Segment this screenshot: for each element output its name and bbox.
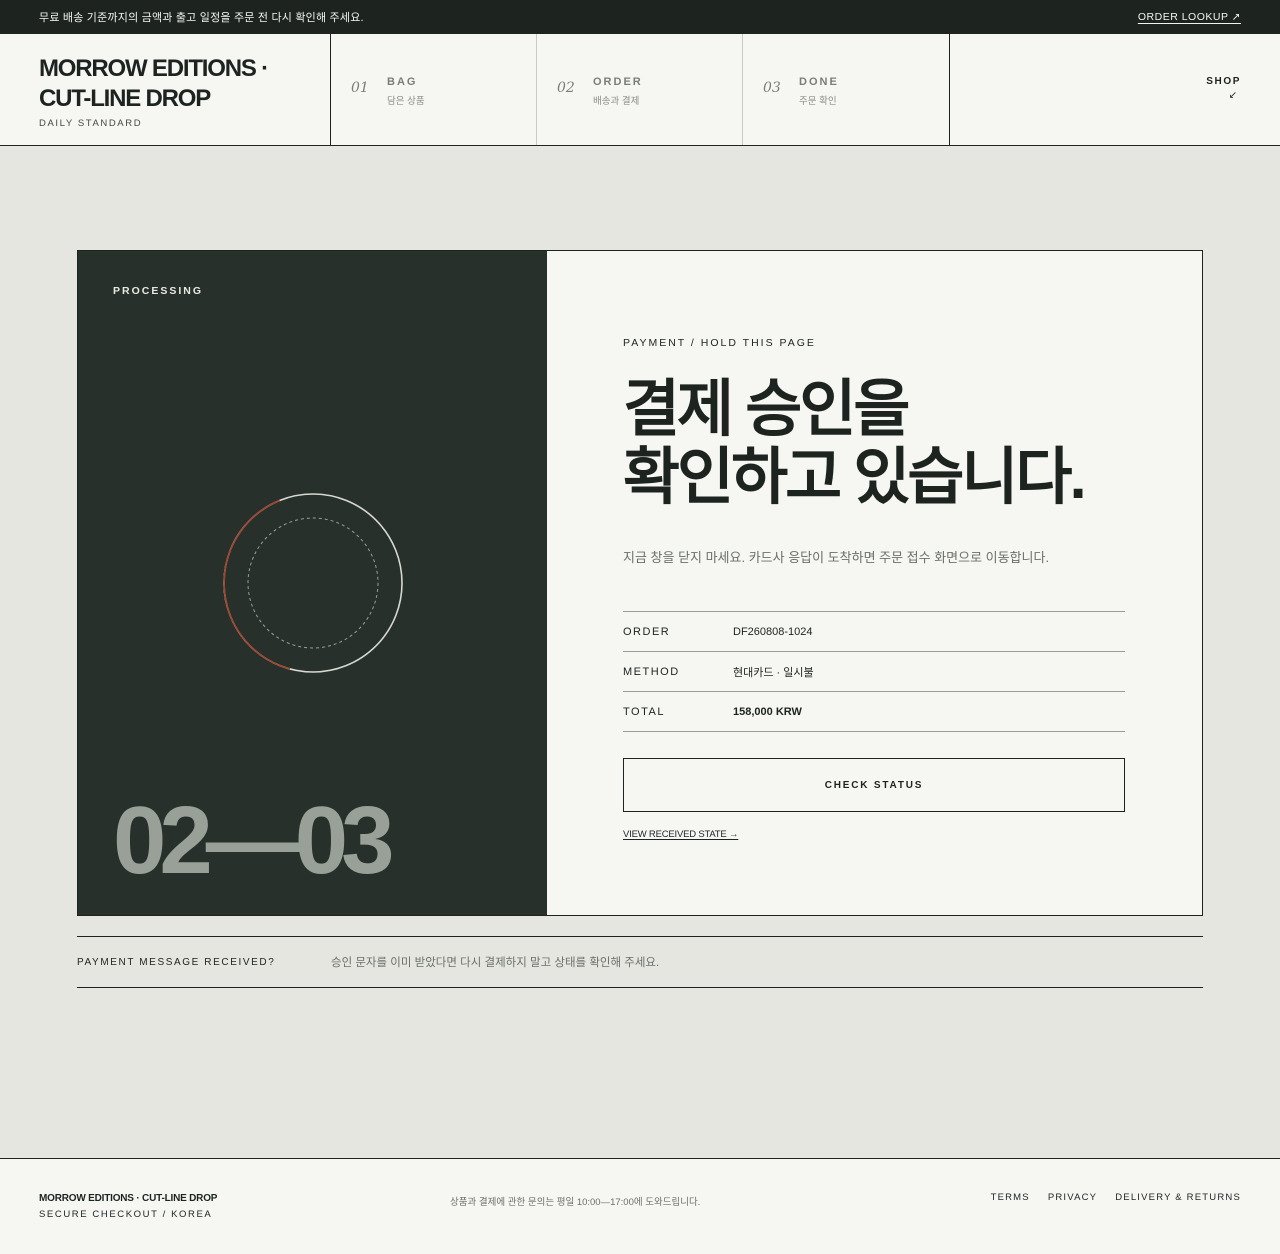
shop-link[interactable]: SHOP ↙	[950, 34, 1280, 145]
spinner-inner-ring	[247, 517, 379, 649]
loading-spinner-icon	[223, 493, 403, 673]
step-label: BAG	[387, 76, 418, 88]
order-number: DF260808-1024	[733, 625, 813, 638]
message-question: PAYMENT MESSAGE RECEIVED?	[77, 956, 276, 968]
step-sublabel: 담은 상품	[387, 96, 425, 107]
info-key: ORDER	[623, 625, 671, 638]
shop-label[interactable]: SHOP	[1206, 76, 1241, 87]
info-key: TOTAL	[623, 705, 665, 718]
step-done: 03 DONE 주문 확인	[743, 34, 950, 145]
view-received-state-link[interactable]: VIEW RECEIVED STATE →	[623, 829, 738, 840]
page-title-line-2: 확인하고 있습니다.	[623, 443, 1087, 512]
site-header: MORROW EDITIONS · CUT-LINE DROP DAILY ST…	[0, 34, 1280, 146]
info-row-total: TOTAL 158,000 KRW	[623, 692, 1125, 732]
eyebrow-label: PAYMENT / HOLD THIS PAGE	[623, 337, 816, 349]
step-number: 03	[763, 80, 781, 96]
order-lookup-link[interactable]: ORDER LOOKUP ↗	[1138, 11, 1241, 23]
payment-card: PROCESSING 02—03 PAYMENT / HOLD THIS PAG…	[77, 250, 1203, 916]
step-number: 02	[557, 80, 575, 96]
announcement-bar: 무료 배송 기준까지의 금액과 출고 일정을 주문 전 다시 확인해 주세요. …	[0, 0, 1280, 34]
step-label: DONE	[799, 76, 839, 88]
brand-logo[interactable]: MORROW EDITIONS · CUT-LINE DROP	[39, 54, 309, 114]
step-counter: 02—03	[113, 787, 395, 894]
arrow-down-left-icon: ↙	[1228, 90, 1237, 101]
step-order: 02 ORDER 배송과 결제	[537, 34, 743, 145]
step-sublabel: 주문 확인	[799, 96, 837, 107]
step-sublabel: 배송과 결제	[593, 96, 640, 107]
order-info-table: ORDER DF260808-1024 METHOD 현대카드 · 일시불 TO…	[623, 611, 1125, 732]
footer-subtitle: SECURE CHECKOUT / KOREA	[39, 1209, 213, 1220]
payment-message-strip: PAYMENT MESSAGE RECEIVED? 승인 문자를 이미 받았다면…	[77, 936, 1203, 988]
processing-panel: PROCESSING 02—03	[78, 251, 547, 915]
message-text: 승인 문자를 이미 받았다면 다시 결제하지 말고 상태를 확인해 주세요.	[331, 957, 660, 969]
total-amount: 158,000 KRW	[733, 705, 802, 718]
footer-support-note: 상품과 결제에 관한 문의는 평일 10:00—17:00에 도와드립니다.	[450, 1197, 701, 1208]
page-title: 결제 승인을 확인하고 있습니다.	[623, 376, 1143, 512]
check-status-button[interactable]: CHECK STATUS	[623, 758, 1125, 812]
page-description: 지금 창을 닫지 마세요. 카드사 응답이 도착하면 주문 접수 화면으로 이동…	[623, 550, 1050, 565]
page-title-line-1: 결제 승인을	[623, 375, 910, 444]
site-footer: MORROW EDITIONS · CUT-LINE DROP SECURE C…	[0, 1158, 1280, 1254]
footer-brand-name: MORROW EDITIONS · CUT-LINE DROP	[39, 1193, 218, 1204]
processing-label: PROCESSING	[113, 285, 204, 297]
step-label: ORDER	[593, 76, 643, 88]
info-key: METHOD	[623, 665, 680, 678]
info-row-method: METHOD 현대카드 · 일시불	[623, 652, 1125, 692]
step-number: 01	[351, 80, 369, 96]
info-row-order: ORDER DF260808-1024	[623, 612, 1125, 652]
payment-method: 현대카드 · 일시불	[733, 666, 814, 679]
shipping-notice: 무료 배송 기준까지의 금액과 출고 일정을 주문 전 다시 확인해 주세요.	[39, 12, 364, 24]
privacy-link[interactable]: PRIVACY	[1048, 1192, 1097, 1203]
step-bag: 01 BAG 담은 상품	[331, 34, 537, 145]
brand-block: MORROW EDITIONS · CUT-LINE DROP DAILY ST…	[0, 34, 331, 145]
brand-subtitle: DAILY STANDARD	[39, 118, 143, 129]
terms-link[interactable]: TERMS	[991, 1192, 1030, 1203]
payment-details: PAYMENT / HOLD THIS PAGE 결제 승인을 확인하고 있습니…	[547, 251, 1202, 915]
delivery-returns-link[interactable]: DELIVERY & RETURNS	[1115, 1192, 1241, 1203]
footer-links: TERMS PRIVACY DELIVERY & RETURNS	[991, 1192, 1241, 1203]
footer-brand: MORROW EDITIONS · CUT-LINE DROP SECURE C…	[39, 1193, 217, 1220]
